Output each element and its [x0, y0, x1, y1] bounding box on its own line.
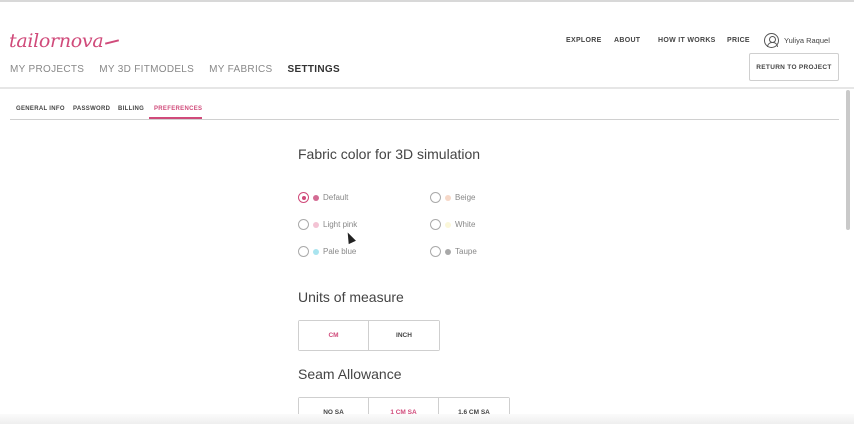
swatch-light-pink: [313, 221, 319, 228]
user-name: Yuliya Raquel: [784, 36, 830, 45]
active-tab-indicator: [149, 117, 202, 119]
label-beige: Beige: [455, 193, 476, 202]
fabric-color-option-white[interactable]: White: [430, 219, 475, 230]
nav-how-it-works[interactable]: HOW IT WORKS: [658, 37, 716, 44]
nav-explore[interactable]: EXPLORE: [566, 37, 602, 44]
main-nav-my-projects[interactable]: MY PROJECTS: [10, 64, 84, 75]
units-title: Units of measure: [298, 289, 404, 305]
label-light-pink: Light pink: [323, 220, 358, 229]
fabric-color-option-light-pink[interactable]: Light pink: [298, 219, 357, 230]
return-to-project-button[interactable]: RETURN TO PROJECT: [749, 53, 839, 81]
settings-subtabs: GENERAL INFO PASSWORD BILLING PREFERENCE…: [10, 100, 839, 120]
radio-default[interactable]: [298, 192, 309, 203]
main-nav-my-fabrics[interactable]: MY FABRICS: [209, 64, 272, 75]
radio-beige[interactable]: [430, 192, 441, 203]
swatch-white: [445, 221, 451, 228]
tab-general-info[interactable]: GENERAL INFO: [16, 106, 65, 112]
user-avatar-icon: [764, 33, 779, 48]
label-taupe: Taupe: [455, 247, 477, 256]
fabric-color-option-pale-blue[interactable]: Pale blue: [298, 246, 356, 257]
swatch-default: [313, 194, 319, 201]
fabric-color-option-default[interactable]: Default: [298, 192, 348, 203]
settings-page: tailornova EXPLORE ABOUT HOW IT WORKS PR…: [0, 0, 854, 424]
radio-taupe[interactable]: [430, 246, 441, 257]
main-nav-my-3d-fitmodels[interactable]: MY 3D FITMODELS: [99, 64, 194, 75]
fabric-color-option-taupe[interactable]: Taupe: [430, 246, 477, 257]
label-pale-blue: Pale blue: [323, 247, 357, 256]
tab-preferences[interactable]: PREFERENCES: [154, 106, 202, 112]
nav-about[interactable]: ABOUT: [614, 37, 640, 44]
units-selector: CM INCH: [298, 320, 440, 351]
fabric-color-option-beige[interactable]: Beige: [430, 192, 475, 203]
page-scrollbar[interactable]: [846, 90, 850, 230]
seam-allowance-title: Seam Allowance: [298, 366, 402, 382]
mouse-cursor-icon: [344, 230, 356, 245]
radio-light-pink[interactable]: [298, 219, 309, 230]
bottom-edge: [0, 414, 854, 424]
radio-white[interactable]: [430, 219, 441, 230]
main-nav: MY PROJECTS MY 3D FITMODELS MY FABRICS S…: [10, 64, 340, 75]
swatch-pale-blue: [313, 248, 319, 255]
top-nav: EXPLORE ABOUT HOW IT WORKS PRICE: [0, 37, 854, 49]
swatch-beige: [445, 194, 451, 201]
tab-password[interactable]: PASSWORD: [73, 106, 110, 112]
user-menu[interactable]: Yuliya Raquel: [764, 33, 830, 48]
fabric-color-title: Fabric color for 3D simulation: [298, 146, 481, 162]
main-nav-settings[interactable]: SETTINGS: [288, 64, 340, 75]
units-cm-button[interactable]: CM: [299, 321, 369, 350]
label-white: White: [455, 220, 476, 229]
units-inch-button[interactable]: INCH: [369, 321, 439, 350]
radio-pale-blue[interactable]: [298, 246, 309, 257]
label-default: Default: [323, 193, 349, 202]
swatch-taupe: [445, 248, 451, 255]
nav-price[interactable]: PRICE: [727, 37, 750, 44]
header-divider: [0, 87, 854, 89]
tab-billing[interactable]: BILLING: [118, 106, 144, 112]
